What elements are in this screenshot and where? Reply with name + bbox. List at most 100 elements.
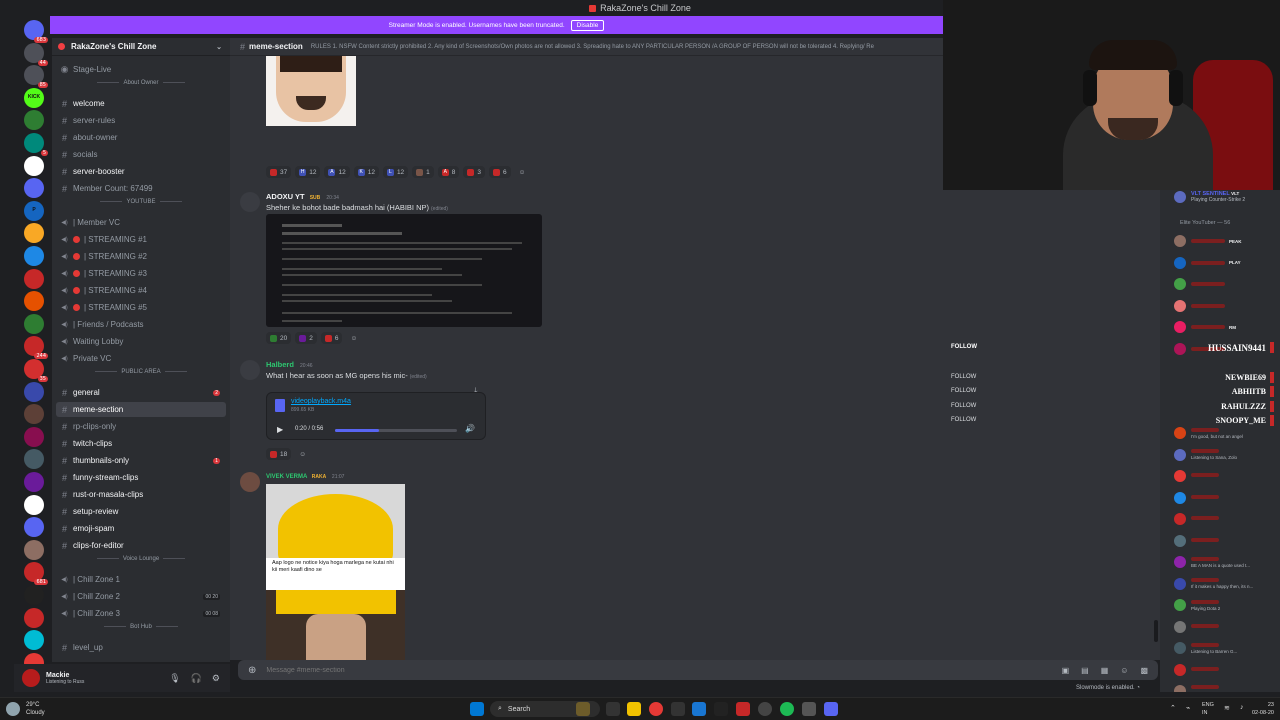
audio-progress-bar[interactable] <box>335 429 457 432</box>
server-icon[interactable] <box>24 426 44 447</box>
scrollbar[interactable] <box>1154 620 1158 642</box>
server-icon[interactable]: 44 <box>24 42 48 66</box>
gif-icon[interactable]: ▤ <box>1081 666 1089 675</box>
server-icon[interactable] <box>24 585 44 605</box>
sidebar-item-welcome[interactable]: # welcome <box>56 96 226 111</box>
member-item[interactable]: Listening to Sana, Zolo <box>1174 448 1280 462</box>
microphone-icon[interactable]: 🎙 <box>169 673 180 684</box>
sidebar-item-thumbnails-only[interactable]: # thumbnails-only 1 <box>56 453 226 468</box>
member-item[interactable]: Listening to Barren G... <box>1174 641 1280 655</box>
reaction[interactable]: 6 <box>320 332 343 344</box>
message-author[interactable]: ADOXU YT <box>266 192 305 201</box>
sidebar-item-chill-zone-1[interactable]: ◀) | Chill Zone 1 <box>56 572 226 587</box>
sidebar-item-setup-review[interactable]: # setup-review <box>56 504 226 519</box>
sidebar-item-rp-clips-only[interactable]: # rp-clips-only <box>56 419 226 434</box>
sidebar-item-streaming-5[interactable]: ◀) | STREAMING #5 <box>56 300 226 315</box>
server-icon[interactable] <box>24 404 44 425</box>
reaction[interactable]: K 12 <box>353 166 379 178</box>
network-icon[interactable]: ⌁ <box>1186 704 1190 712</box>
reaction[interactable]: 20 <box>266 332 292 344</box>
server-icon[interactable] <box>24 630 44 651</box>
sidebar-item-server-rules[interactable]: # server-rules <box>56 113 226 128</box>
gift-icon[interactable]: ▣ <box>1062 666 1070 675</box>
reaction[interactable]: 37 <box>266 166 292 178</box>
chrome-icon[interactable] <box>649 702 663 716</box>
reaction[interactable]: A 12 <box>324 166 350 178</box>
reaction[interactable]: L 12 <box>382 166 409 178</box>
message-image[interactable] <box>266 56 356 126</box>
add-reaction-icon[interactable]: ☺ <box>346 332 361 344</box>
reaction[interactable]: 3 <box>463 166 486 178</box>
sidebar-item-chill-zone-3[interactable]: ◀) | Chill Zone 3 00 08 <box>56 606 226 621</box>
chevron-down-icon[interactable]: ⌄ <box>216 43 222 51</box>
member-item[interactable] <box>1174 663 1280 677</box>
sidebar-item-streaming-3[interactable]: ◀) | STREAMING #3 <box>56 266 226 281</box>
tray-chevron-icon[interactable]: ⌃ <box>1170 704 1176 712</box>
obs-icon[interactable] <box>758 702 772 716</box>
message-image[interactable]: Aap logo ne notice kiya hoga marlega ne … <box>266 484 405 660</box>
sidebar-item-streaming-4[interactable]: ◀) | STREAMING #4 <box>56 283 226 298</box>
gear-icon[interactable]: ⚙ <box>212 673 220 684</box>
spotify-icon[interactable] <box>780 702 794 716</box>
member-item[interactable] <box>1174 491 1280 505</box>
member-item[interactable]: PLAY <box>1174 256 1280 270</box>
sidebar-item-socials[interactable]: # socials <box>56 147 226 162</box>
speaker-icon[interactable]: ♪ <box>1240 704 1244 711</box>
disable-streamer-mode-button[interactable]: Disable <box>570 19 605 31</box>
weather-widget[interactable]: 29°C Cloudy <box>26 701 45 717</box>
member-item[interactable]: PEAK <box>1174 234 1280 248</box>
sidebar-item-streaming-1[interactable]: ◀) | STREAMING #1 <box>56 232 226 247</box>
terminal-icon[interactable] <box>714 702 728 716</box>
server-icon[interactable] <box>24 223 44 244</box>
sidebar-item-about-owner[interactable]: # about-owner <box>56 130 226 145</box>
member-item[interactable] <box>1174 620 1280 634</box>
sidebar-item-stage-live[interactable]: ◉ Stage-Live <box>56 62 226 77</box>
channel-category[interactable]: Voice Lounge <box>56 556 226 568</box>
add-attachment-icon[interactable]: ⊕ <box>248 665 256 676</box>
reaction[interactable]: 1 <box>412 166 434 178</box>
server-icon[interactable] <box>24 449 44 470</box>
member-item[interactable]: RM <box>1174 320 1280 334</box>
channel-category[interactable]: About Owner <box>56 80 226 92</box>
avatar[interactable] <box>240 192 260 212</box>
member-item[interactable]: VLT SENTINEL VLT Playing Counter-Strike … <box>1174 190 1280 204</box>
sidebar-item-emoji-spam[interactable]: # emoji-spam <box>56 521 226 536</box>
sidebar-item-member-count-67499[interactable]: # Member Count: 67499 <box>56 181 226 196</box>
member-item[interactable]: I'm good, but not an angel <box>1174 426 1280 440</box>
member-item[interactable] <box>1174 469 1280 483</box>
language-indicator[interactable]: ENG IN <box>1202 701 1214 717</box>
server-icon[interactable] <box>24 381 44 402</box>
reaction[interactable]: 6 <box>489 166 511 178</box>
server-icon[interactable] <box>24 246 44 266</box>
server-icon[interactable] <box>24 472 44 492</box>
discord-icon[interactable] <box>824 702 838 716</box>
server-icon[interactable]: 244 <box>24 336 48 360</box>
channel-category[interactable]: PUBLIC AREA <box>56 369 226 381</box>
add-reaction-icon[interactable]: ☺ <box>515 166 530 178</box>
server-header[interactable]: RakaZone's Chill Zone ⌄ <box>52 38 230 56</box>
recorder-icon[interactable] <box>736 702 750 716</box>
sidebar-item-chill-zone-2[interactable]: ◀) | Chill Zone 2 00 20 <box>56 589 226 604</box>
sidebar-item-private-vc[interactable]: ◀) Private VC <box>56 351 226 366</box>
apps-icon[interactable]: ▩ <box>1140 666 1148 675</box>
sidebar-item-meme-section[interactable]: # meme-section <box>56 402 226 417</box>
add-reaction-icon[interactable]: ☺ <box>295 448 310 460</box>
settings-app-icon[interactable] <box>802 702 816 716</box>
sidebar-item-server-booster[interactable]: # server-booster <box>56 164 226 179</box>
file-explorer-icon[interactable] <box>627 702 641 716</box>
member-item[interactable] <box>1174 534 1280 548</box>
message-author[interactable]: Halberd <box>266 360 294 369</box>
member-item[interactable] <box>1174 277 1280 291</box>
member-item[interactable]: BE A MAN is a quote used t... <box>1174 555 1280 569</box>
wifi-icon[interactable]: ≋ <box>1224 704 1230 712</box>
sidebar-item-friends-podcasts[interactable]: ◀) | Friends / Podcasts <box>56 317 226 332</box>
server-icon[interactable] <box>24 178 44 199</box>
member-item[interactable] <box>1174 299 1280 313</box>
server-icon[interactable] <box>24 291 44 312</box>
server-icon[interactable] <box>24 539 44 560</box>
clock[interactable]: 23 02-08-20 <box>1252 701 1274 717</box>
member-item[interactable]: If it makes u happy then, its n... <box>1174 577 1280 591</box>
reaction[interactable]: 2 <box>295 332 317 344</box>
reaction[interactable]: 18 <box>266 448 292 460</box>
server-icon[interactable] <box>24 494 44 515</box>
